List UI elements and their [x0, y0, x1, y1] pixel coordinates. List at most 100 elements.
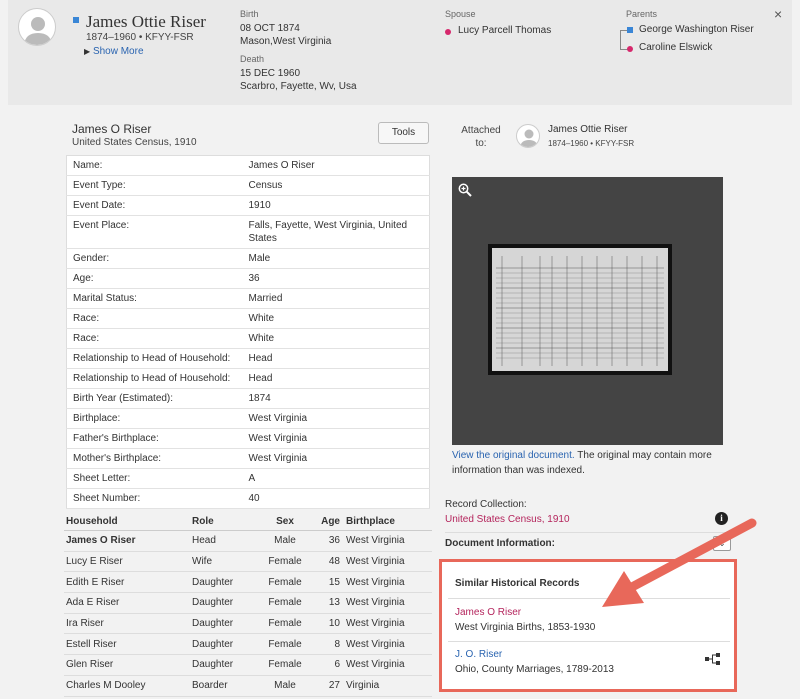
- household-member-name[interactable]: Edith E Riser: [64, 571, 190, 594]
- household-member-birthplace: West Virginia: [344, 592, 432, 614]
- female-marker-icon: [445, 29, 451, 35]
- caret-right-icon: ▶: [84, 47, 91, 56]
- household-member-name[interactable]: Ada E Riser: [64, 592, 190, 614]
- parents-label: Parents: [626, 9, 658, 19]
- avatar[interactable]: [18, 8, 56, 46]
- fact-row: Age: 36: [66, 268, 430, 289]
- birth-label: Birth: [240, 9, 259, 19]
- fact-label: Mother's Birthplace:: [66, 448, 243, 469]
- document-information-label[interactable]: Document Information:: [445, 538, 555, 549]
- show-more-link[interactable]: ▶ Show More: [84, 46, 144, 57]
- record-collection-link[interactable]: United States Census, 1910: [445, 514, 570, 525]
- col-role: Role: [190, 513, 258, 531]
- birth-place: Mason,West Virginia: [240, 36, 332, 47]
- female-marker-icon: [627, 46, 633, 52]
- similar-record-link[interactable]: James O Riser: [455, 607, 521, 618]
- household-row: Ira Riser Daughter Female 10 West Virginia: [64, 613, 432, 635]
- fact-label: Relationship to Head of Household:: [66, 368, 243, 389]
- fact-value: Head: [242, 348, 430, 369]
- household-table: Household Role Sex Age Birthplace James …: [64, 513, 432, 697]
- fact-label: Name:: [66, 155, 243, 176]
- fact-row: Mother's Birthplace: West Virginia: [66, 448, 430, 469]
- household-member-birthplace: West Virginia: [344, 613, 432, 635]
- fact-label: Race:: [66, 328, 243, 349]
- household-member-sex: Female: [258, 571, 312, 594]
- fact-value: 1910: [242, 195, 430, 216]
- household-member-age: 8: [312, 633, 344, 656]
- household-member-role: Head: [190, 530, 258, 552]
- household-row: Charles M Dooley Boarder Male 27 Virginia: [64, 675, 432, 697]
- household-member-sex: Female: [258, 551, 312, 573]
- attached-person-name[interactable]: James Ottie Riser: [548, 124, 627, 135]
- census-document-thumbnail[interactable]: [488, 244, 672, 375]
- household-member-name[interactable]: Estell Riser: [64, 633, 190, 656]
- household-member-role: Daughter: [190, 571, 258, 594]
- household-member-birthplace: West Virginia: [344, 530, 432, 552]
- fact-label: Age:: [66, 268, 243, 289]
- col-household: Household: [64, 513, 190, 531]
- household-row: Lucy E Riser Wife Female 48 West Virginia: [64, 551, 432, 573]
- avatar[interactable]: [516, 124, 540, 148]
- fact-value: West Virginia: [242, 448, 430, 469]
- show-more-label: Show More: [92, 46, 144, 57]
- similar-record-collection: Ohio, County Marriages, 1789-2013: [455, 664, 614, 675]
- household-member-age: 27: [312, 675, 344, 697]
- father-name[interactable]: George Washington Riser: [639, 23, 754, 36]
- fact-label: Birth Year (Estimated):: [66, 388, 243, 409]
- household-member-sex: Female: [258, 613, 312, 635]
- fact-value: 40: [242, 488, 430, 509]
- record-facts-table: Name: James O Riser Event Type: Census Event…: [66, 155, 430, 509]
- fact-value: 1874: [242, 388, 430, 409]
- household-member-sex: Male: [258, 530, 312, 552]
- household-member-name: James O Riser: [64, 530, 190, 552]
- fact-row: Gender: Male: [66, 248, 430, 269]
- fact-row: Name: James O Riser: [66, 155, 430, 176]
- fact-row: Sheet Number: 40: [66, 488, 430, 509]
- similar-record-link[interactable]: J. O. Riser: [455, 649, 502, 660]
- zoom-in-icon[interactable]: [458, 183, 472, 197]
- col-sex: Sex: [258, 513, 312, 531]
- fact-label: Event Date:: [66, 195, 243, 216]
- fact-row: Event Date: 1910: [66, 195, 430, 216]
- household-member-role: Daughter: [190, 613, 258, 635]
- fact-label: Sheet Letter:: [66, 468, 243, 489]
- spouse-label: Spouse: [445, 9, 476, 19]
- fact-label: Event Type:: [66, 175, 243, 196]
- close-icon[interactable]: ×: [774, 6, 782, 22]
- household-header-row: Household Role Sex Age Birthplace: [64, 513, 432, 531]
- fact-row: Race: White: [66, 328, 430, 349]
- household-member-name[interactable]: Charles M Dooley: [64, 675, 190, 697]
- household-member-sex: Female: [258, 633, 312, 656]
- household-member-birthplace: West Virginia: [344, 551, 432, 573]
- fact-row: Relationship to Head of Household: Head: [66, 348, 430, 369]
- household-member-name[interactable]: Ira Riser: [64, 613, 190, 635]
- person-silhouette-icon: [520, 129, 538, 147]
- tools-button[interactable]: Tools: [378, 122, 429, 144]
- view-original-link[interactable]: View the original document.: [452, 450, 575, 461]
- person-name[interactable]: James Ottie Riser: [86, 12, 206, 32]
- col-age: Age: [312, 513, 344, 531]
- household-member-age: 15: [312, 571, 344, 594]
- fact-value: A: [242, 468, 430, 489]
- similar-record-collection: West Virginia Births, 1853-1930: [455, 622, 596, 633]
- household-member-role: Wife: [190, 551, 258, 573]
- person-lifespan: 1874–1960 • KFYY-FSR: [86, 32, 194, 43]
- fact-label: Gender:: [66, 248, 243, 269]
- household-member-name[interactable]: Lucy E Riser: [64, 551, 190, 573]
- fact-label: Relationship to Head of Household:: [66, 348, 243, 369]
- household-member-birthplace: Virginia: [344, 675, 432, 697]
- spouse-name[interactable]: Lucy Parcell Thomas: [458, 24, 551, 37]
- household-member-age: 10: [312, 613, 344, 635]
- fact-row: Event Place: Falls, Fayette, West Virgini…: [66, 215, 430, 249]
- tree-attach-icon[interactable]: [704, 652, 722, 666]
- fact-label: Father's Birthplace:: [66, 428, 243, 449]
- household-member-age: 36: [312, 530, 344, 552]
- household-member-age: 6: [312, 654, 344, 676]
- household-row: Glen Riser Daughter Female 6 West Virginia: [64, 654, 432, 676]
- household-member-sex: Female: [258, 592, 312, 614]
- mother-name[interactable]: Caroline Elswick: [639, 41, 712, 54]
- fact-value: West Virginia: [242, 428, 430, 449]
- annotation-arrow: [602, 518, 757, 607]
- household-member-name[interactable]: Glen Riser: [64, 654, 190, 676]
- birth-date: 08 OCT 1874: [240, 23, 300, 34]
